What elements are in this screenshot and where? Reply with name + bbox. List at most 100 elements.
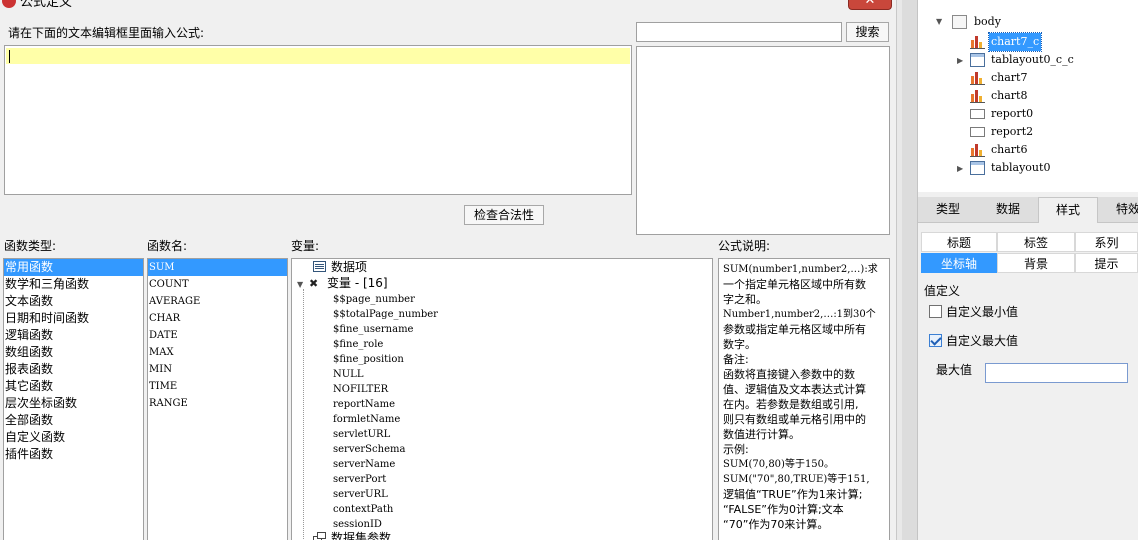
description-line: 数字。 — [723, 338, 756, 351]
tree-node-data-items[interactable]: 数据项 — [313, 260, 367, 275]
function-type-item[interactable]: 日期和时间函数 — [4, 310, 143, 327]
close-button[interactable]: ✕ — [848, 0, 892, 10]
chart-icon — [970, 89, 985, 103]
expand-arrow-icon[interactable]: ▶ — [957, 56, 963, 65]
widget-tree-label: report0 — [991, 107, 1034, 120]
variable-entry[interactable]: reportName — [333, 397, 395, 412]
variable-entry[interactable]: servletURL — [333, 427, 390, 442]
function-name-item[interactable]: MAX — [148, 344, 287, 361]
function-name-item[interactable]: MIN — [148, 361, 287, 378]
expand-arrow-icon[interactable]: ▶ — [957, 164, 963, 173]
variables-tree[interactable]: 数据项 ▼ ✖ 变量 - [16] $$page_number $$totalPag… — [291, 258, 713, 540]
description-line: 一个指定单元格区域中所有数 — [723, 278, 866, 291]
widget-tree-node-chart7-c[interactable]: chart7_c — [970, 32, 1130, 52]
search-input[interactable] — [636, 22, 842, 42]
variable-entry[interactable]: $fine_role — [333, 337, 383, 352]
description-line: 值、逻辑值及文本表达式计算 — [723, 383, 866, 396]
variable-entry[interactable]: serverName — [333, 457, 395, 472]
tab-effects[interactable]: 特效 — [1098, 197, 1138, 223]
tab-layout-icon — [970, 53, 985, 67]
widget-tree-label: tablayout0 — [991, 161, 1051, 174]
widget-tree-node-tablayout0[interactable]: tablayout0 — [970, 159, 1130, 177]
widget-tree-node-chart6[interactable]: chart6 — [970, 141, 1130, 159]
function-names-list[interactable]: SUM COUNT AVERAGE CHAR DATE MAX MIN TIME… — [147, 258, 288, 540]
search-results-panel[interactable] — [636, 46, 890, 235]
widget-tree-node-report0[interactable]: report0 — [970, 105, 1130, 123]
max-value-input[interactable] — [985, 363, 1128, 383]
variable-entry[interactable]: contextPath — [333, 502, 393, 517]
custom-min-checkbox-row[interactable]: 自定义最小值 — [929, 304, 1018, 320]
widget-tree-body-node[interactable]: body — [952, 13, 1032, 31]
function-type-item[interactable]: 插件函数 — [4, 446, 143, 463]
subtab-background[interactable]: 背景 — [997, 253, 1075, 273]
function-type-item[interactable]: 全部函数 — [4, 412, 143, 429]
variable-entry[interactable]: serverURL — [333, 487, 388, 502]
function-type-item[interactable]: 数组函数 — [4, 344, 143, 361]
variable-entry[interactable]: sessionID — [333, 517, 382, 532]
function-type-item[interactable]: 文本函数 — [4, 293, 143, 310]
expand-arrow-icon[interactable]: ▼ — [297, 277, 309, 292]
tab-data[interactable]: 数据 — [978, 197, 1038, 223]
formula-editor[interactable] — [4, 45, 632, 195]
function-name-item[interactable]: COUNT — [148, 276, 287, 293]
tree-node-dataset-params[interactable]: 数据集参数 — [313, 531, 391, 540]
variable-entry[interactable]: NOFILTER — [333, 382, 388, 397]
function-name-item[interactable]: SUM — [148, 259, 287, 276]
widget-tree-node-chart7[interactable]: chart7 — [970, 69, 1130, 87]
subtab-axis[interactable]: 坐标轴 — [921, 253, 997, 273]
custom-max-checkbox-row[interactable]: 自定义最大值 — [929, 333, 1018, 349]
tab-type[interactable]: 类型 — [918, 197, 978, 223]
variable-entry[interactable]: NULL — [333, 367, 363, 382]
function-type-item[interactable]: 其它函数 — [4, 378, 143, 395]
tab-style[interactable]: 样式 — [1038, 197, 1098, 223]
function-name-item[interactable]: AVERAGE — [148, 293, 287, 310]
function-type-item[interactable]: 自定义函数 — [4, 429, 143, 446]
function-type-item[interactable]: 常用函数 — [4, 259, 143, 276]
subtab-series[interactable]: 系列 — [1075, 232, 1138, 252]
function-name-item[interactable]: RANGE — [148, 395, 287, 412]
dialog-titlebar[interactable]: 公式定义 ✕ — [0, 0, 902, 12]
widget-tree-node-tablayout0-c-c[interactable]: tablayout0_c_c — [970, 51, 1130, 69]
property-tabs: 类型 数据 样式 特效 — [918, 197, 1138, 223]
variable-entry[interactable]: $fine_username — [333, 322, 413, 337]
function-type-item[interactable]: 报表函数 — [4, 361, 143, 378]
function-names-label: 函数名: — [147, 239, 188, 253]
custom-max-checkbox[interactable] — [929, 334, 942, 347]
function-types-list[interactable]: 常用函数 数学和三角函数 文本函数 日期和时间函数 逻辑函数 数组函数 报表函数… — [3, 258, 144, 540]
widget-tree-node-report2[interactable]: report2 — [970, 123, 1130, 141]
function-type-item[interactable]: 数学和三角函数 — [4, 276, 143, 293]
dataset-icon — [313, 532, 326, 540]
function-name-item[interactable]: CHAR — [148, 310, 287, 327]
description-line: 数值进行计算。 — [723, 428, 800, 441]
variable-entry[interactable]: $fine_position — [333, 352, 404, 367]
tree-node-variables[interactable]: ▼ ✖ 变量 - [16] — [297, 276, 388, 291]
check-validity-button[interactable]: 检查合法性 — [464, 205, 544, 225]
dialog-title: 公式定义 — [20, 0, 73, 10]
app-logo-icon — [2, 0, 16, 8]
custom-max-label: 自定义最大值 — [946, 334, 1019, 348]
function-name-item[interactable]: DATE — [148, 327, 287, 344]
description-line: SUM("70",80,TRUE)等于151, — [723, 474, 870, 485]
tree-node-label: 变量 - [16] — [327, 276, 388, 290]
variable-entry[interactable]: $$page_number — [333, 292, 415, 307]
description-line: “70”作为70来计算。 — [723, 518, 829, 531]
function-type-item[interactable]: 逻辑函数 — [4, 327, 143, 344]
variable-entry[interactable]: $$totalPage_number — [333, 307, 438, 322]
subtab-label[interactable]: 标签 — [997, 232, 1075, 252]
variable-entry[interactable]: formletName — [333, 412, 400, 427]
widget-tree[interactable]: ▼ body chart7_c ▶ tablayout0_c_c chart7 — [918, 0, 1138, 192]
widget-tree-node-chart8[interactable]: chart8 — [970, 87, 1130, 105]
collapse-arrow-icon[interactable]: ▼ — [936, 17, 942, 26]
function-type-item[interactable]: 层次坐标函数 — [4, 395, 143, 412]
variable-entry[interactable]: serverPort — [333, 472, 386, 487]
variable-entry[interactable]: serverSchema — [333, 442, 405, 457]
subtab-tooltip[interactable]: 提示 — [1075, 253, 1138, 273]
function-name-item[interactable]: TIME — [148, 378, 287, 395]
description-line: 函数将直接键入参数中的数 — [723, 368, 855, 381]
custom-min-checkbox[interactable] — [929, 305, 942, 318]
search-button[interactable]: 搜索 — [846, 22, 889, 42]
description-line: “FALSE”作为0计算;文本 — [723, 503, 844, 516]
panel-splitter[interactable] — [902, 0, 918, 540]
tab-layout-icon — [970, 161, 985, 175]
subtab-title[interactable]: 标题 — [921, 232, 997, 252]
